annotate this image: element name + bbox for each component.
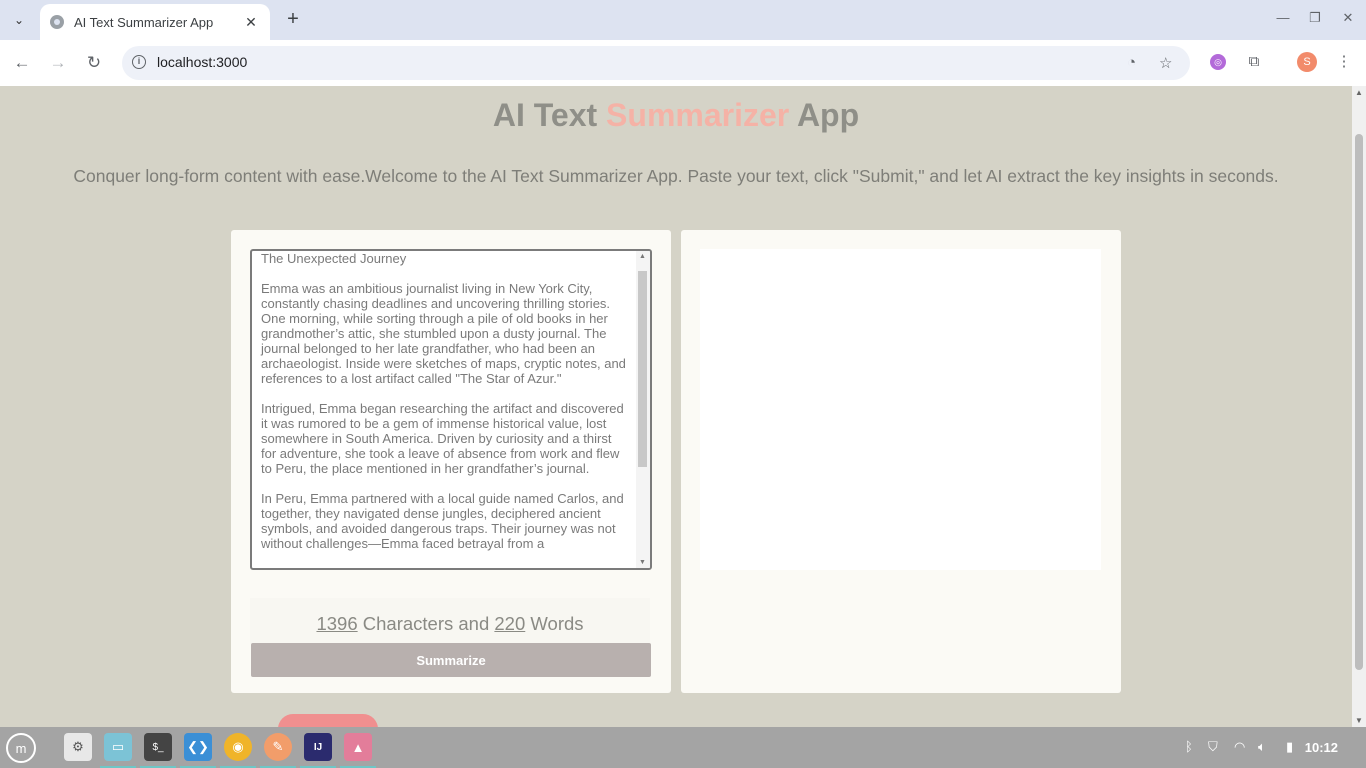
wifi-icon[interactable]: ◠ bbox=[1234, 739, 1245, 755]
summarize-button[interactable]: Summarize bbox=[251, 643, 651, 677]
page-viewport: AI Text Summarizer App Conquer long-form… bbox=[0, 86, 1352, 727]
textarea-scroll-thumb[interactable] bbox=[638, 271, 647, 467]
input-text[interactable]: The Unexpected Journey Emma was an ambit… bbox=[261, 251, 629, 551]
summary-output bbox=[700, 249, 1101, 570]
text-input-area[interactable]: The Unexpected Journey Emma was an ambit… bbox=[250, 249, 652, 570]
chevron-down-icon: ⌄ bbox=[13, 13, 25, 27]
page-scroll-thumb[interactable] bbox=[1355, 134, 1363, 670]
back-arrow-icon[interactable]: ← bbox=[11, 52, 33, 74]
scroll-down-icon[interactable]: ▼ bbox=[1355, 716, 1363, 725]
globe-icon bbox=[50, 15, 64, 29]
extension-icon[interactable]: ◎ bbox=[1210, 54, 1226, 70]
scroll-up-icon[interactable]: ▲ bbox=[639, 253, 646, 260]
browser-toolbar: ← → ↻ i localhost:3000 ◔ ☆ ◎ ⧉ S ⋮ bbox=[0, 40, 1366, 86]
settings-gear-icon[interactable]: ⚙ bbox=[64, 733, 92, 761]
words-label: Words bbox=[525, 613, 584, 634]
tab-search-button[interactable]: ⌄ bbox=[8, 9, 30, 31]
window-close-icon[interactable]: ✕ bbox=[1338, 10, 1358, 26]
clock[interactable]: 10:12 bbox=[1305, 740, 1338, 755]
character-count: 1396 bbox=[316, 613, 358, 634]
address-bar[interactable]: i localhost:3000 ◔ ☆ bbox=[122, 46, 1190, 80]
output-panel bbox=[681, 230, 1121, 693]
new-tab-button[interactable]: + bbox=[282, 9, 304, 31]
volume-icon[interactable]: 🔈︎ bbox=[1258, 739, 1266, 755]
characters-label: Characters and bbox=[357, 613, 495, 634]
intellij-icon[interactable]: IJ bbox=[304, 733, 332, 761]
puzzle-icon[interactable]: ⧉ bbox=[1244, 52, 1264, 72]
shield-icon[interactable]: ⛉ bbox=[1208, 739, 1218, 755]
image-viewer-icon[interactable]: ▲ bbox=[344, 733, 372, 761]
browser-tab-bar: ⌄ AI Text Summarizer App ✕ + — ❐ ✕ bbox=[0, 0, 1366, 40]
character-word-counter: 1396 Characters and 220 Words bbox=[250, 598, 650, 644]
os-taskbar: m ⚙ ▭ $_ ❮❯ ◉ ✎ IJ ▲ ᛒ ⛉ ◠ 🔈︎ ▮ 10:12 bbox=[0, 727, 1366, 768]
minimize-icon[interactable]: — bbox=[1273, 10, 1293, 25]
site-info-icon[interactable]: i bbox=[132, 55, 146, 69]
page-scrollbar[interactable]: ▲ ▼ bbox=[1352, 86, 1366, 727]
browser-tab[interactable]: AI Text Summarizer App ✕ bbox=[40, 4, 270, 40]
title-part-3: App bbox=[789, 97, 860, 133]
kebab-menu-icon[interactable]: ⋮ bbox=[1334, 52, 1354, 72]
page-title: AI Text Summarizer App bbox=[0, 97, 1352, 134]
bluetooth-icon[interactable]: ᛒ bbox=[1185, 739, 1193, 754]
folder-icon[interactable]: ▭ bbox=[104, 733, 132, 761]
title-part-1: AI Text bbox=[492, 97, 607, 133]
vscode-icon[interactable]: ❮❯ bbox=[184, 733, 212, 761]
restore-icon[interactable]: ❐ bbox=[1305, 10, 1325, 26]
word-count: 220 bbox=[494, 613, 526, 634]
mint-menu-icon[interactable]: m bbox=[6, 733, 36, 763]
reload-icon[interactable]: ↻ bbox=[83, 52, 105, 74]
floating-button[interactable] bbox=[278, 714, 378, 727]
close-icon[interactable]: ✕ bbox=[242, 14, 260, 31]
title-accent: Summarizer bbox=[606, 97, 790, 133]
forward-arrow-icon[interactable]: → bbox=[47, 52, 69, 74]
paint-brush-icon[interactable]: ✎ bbox=[264, 733, 292, 761]
battery-icon[interactable]: ▮ bbox=[1286, 739, 1293, 755]
terminal-icon[interactable]: $_ bbox=[144, 733, 172, 761]
chrome-icon[interactable]: ◉ bbox=[224, 733, 252, 761]
scroll-up-icon[interactable]: ▲ bbox=[1355, 88, 1363, 97]
performance-icon[interactable]: ◔ bbox=[1127, 54, 1136, 71]
textarea-scrollbar[interactable]: ▲ ▼ bbox=[636, 251, 650, 568]
url-text[interactable]: localhost:3000 bbox=[157, 54, 247, 70]
page-subtitle: Conquer long-form content with ease.Welc… bbox=[73, 166, 1279, 186]
tab-title: AI Text Summarizer App bbox=[74, 14, 214, 30]
input-panel: The Unexpected Journey Emma was an ambit… bbox=[231, 230, 671, 693]
profile-avatar[interactable]: S bbox=[1297, 52, 1317, 72]
scroll-down-icon[interactable]: ▼ bbox=[639, 559, 646, 566]
bookmark-star-icon[interactable]: ☆ bbox=[1159, 54, 1172, 72]
